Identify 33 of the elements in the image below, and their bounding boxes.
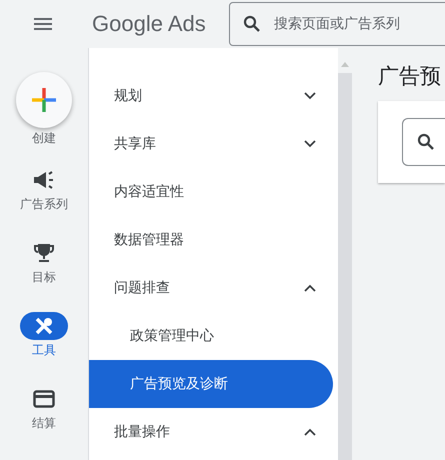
- page-title: 广告预: [378, 63, 442, 90]
- tools-icon: [34, 316, 54, 336]
- submenu-item[interactable]: 广告预览及诊断: [89, 360, 333, 408]
- nav-label: 广告系列: [20, 196, 68, 213]
- nav-label: 工具: [32, 342, 56, 359]
- submenu-item[interactable]: 政策管理中心: [89, 312, 338, 360]
- search-field[interactable]: [402, 118, 445, 166]
- menu-item[interactable]: 数据管理器: [89, 216, 338, 264]
- chevron-up-icon: [304, 284, 316, 292]
- menu-button[interactable]: [34, 18, 52, 30]
- menu-icon: [34, 18, 52, 30]
- trophy-icon: [34, 243, 54, 263]
- card-icon: [33, 390, 55, 408]
- scroll-up-icon: [341, 62, 349, 67]
- tools-nav-button[interactable]: [20, 312, 68, 340]
- create-button[interactable]: [16, 72, 72, 128]
- nav-label: 目标: [32, 269, 56, 286]
- product-name: Google Ads: [92, 11, 206, 37]
- chevron-up-icon: [304, 428, 316, 436]
- chevron-down-icon: [304, 140, 316, 148]
- nav-label: 创建: [32, 130, 56, 147]
- search-icon: [242, 15, 261, 33]
- megaphone-icon: [33, 171, 55, 189]
- search-field[interactable]: 搜索页面或广告系列: [228, 2, 445, 46]
- menu-item[interactable]: 问题排查: [89, 264, 338, 312]
- menu-item[interactable]: 共享库: [89, 120, 338, 168]
- search-icon: [417, 133, 435, 151]
- chevron-down-icon: [304, 92, 316, 100]
- plus-icon: [31, 87, 57, 113]
- menu-item[interactable]: 规划: [89, 72, 338, 120]
- nav-label: 结算: [32, 415, 56, 432]
- menu-item[interactable]: 内容适宜性: [89, 168, 338, 216]
- menu-item[interactable]: 批量操作: [89, 408, 338, 456]
